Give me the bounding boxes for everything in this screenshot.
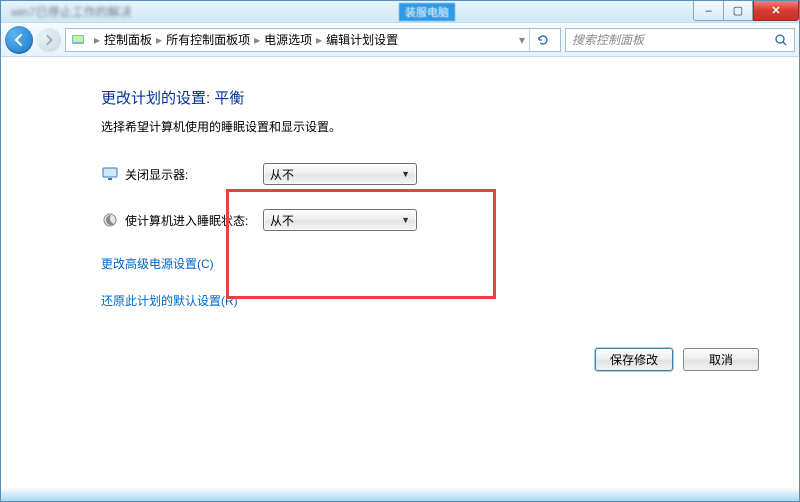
content-area: 更改计划的设置: 平衡 选择希望计算机使用的睡眠设置和显示设置。 关闭显示器: …	[1, 57, 799, 501]
arrow-right-icon	[43, 34, 55, 46]
maximize-button[interactable]: ▢	[723, 1, 753, 21]
setting-label: 使计算机进入睡眠状态:	[125, 212, 263, 229]
save-button[interactable]: 保存修改	[595, 348, 673, 371]
window-title: win7已停止工作的解决	[11, 3, 132, 20]
dropdown-value: 从不	[270, 166, 294, 183]
search-input[interactable]: 搜索控制面板	[565, 28, 795, 52]
breadcrumb-item[interactable]: 电源选项	[264, 31, 312, 48]
setting-row-display: 关闭显示器: 从不 ▼	[101, 161, 799, 187]
breadcrumb[interactable]: ▸ 控制面板 ▸ 所有控制面板项 ▸ 电源选项 ▸ 编辑计划设置 ▾	[65, 28, 561, 52]
advanced-settings-link[interactable]: 更改高级电源设置(C)	[101, 255, 799, 272]
back-button[interactable]	[5, 26, 33, 54]
sleep-dropdown[interactable]: 从不 ▼	[263, 209, 417, 231]
setting-label: 关闭显示器:	[125, 166, 263, 183]
arrow-left-icon	[12, 33, 26, 47]
title-badge: 装服电脑	[399, 3, 455, 21]
search-icon	[774, 33, 788, 47]
setting-row-sleep: 使计算机进入睡眠状态: 从不 ▼	[101, 207, 799, 233]
chevron-down-icon: ▼	[401, 215, 410, 225]
minimize-button[interactable]: –	[693, 1, 723, 21]
cancel-button[interactable]: 取消	[683, 348, 759, 371]
page-title: 更改计划的设置: 平衡	[101, 87, 799, 108]
display-off-dropdown[interactable]: 从不 ▼	[263, 163, 417, 185]
refresh-button[interactable]	[529, 29, 556, 51]
search-placeholder: 搜索控制面板	[572, 31, 644, 48]
restore-defaults-link[interactable]: 还原此计划的默认设置(R)	[101, 292, 799, 309]
moon-icon	[101, 211, 119, 229]
breadcrumb-item[interactable]: 编辑计划设置	[326, 31, 398, 48]
page-subtitle: 选择希望计算机使用的睡眠设置和显示设置。	[101, 118, 799, 135]
breadcrumb-item[interactable]: 控制面板	[104, 31, 152, 48]
control-panel-icon	[70, 32, 86, 48]
title-bar: win7已停止工作的解决 装服电脑 – ▢ ✕	[1, 1, 799, 23]
close-button[interactable]: ✕	[753, 1, 799, 21]
dropdown-value: 从不	[270, 212, 294, 229]
refresh-icon	[536, 33, 550, 47]
monitor-icon	[101, 165, 119, 183]
forward-button[interactable]	[37, 28, 61, 52]
chevron-down-icon: ▼	[401, 169, 410, 179]
breadcrumb-item[interactable]: 所有控制面板项	[166, 31, 250, 48]
navigation-bar: ▸ 控制面板 ▸ 所有控制面板项 ▸ 电源选项 ▸ 编辑计划设置 ▾ 搜索控制面…	[1, 23, 799, 57]
